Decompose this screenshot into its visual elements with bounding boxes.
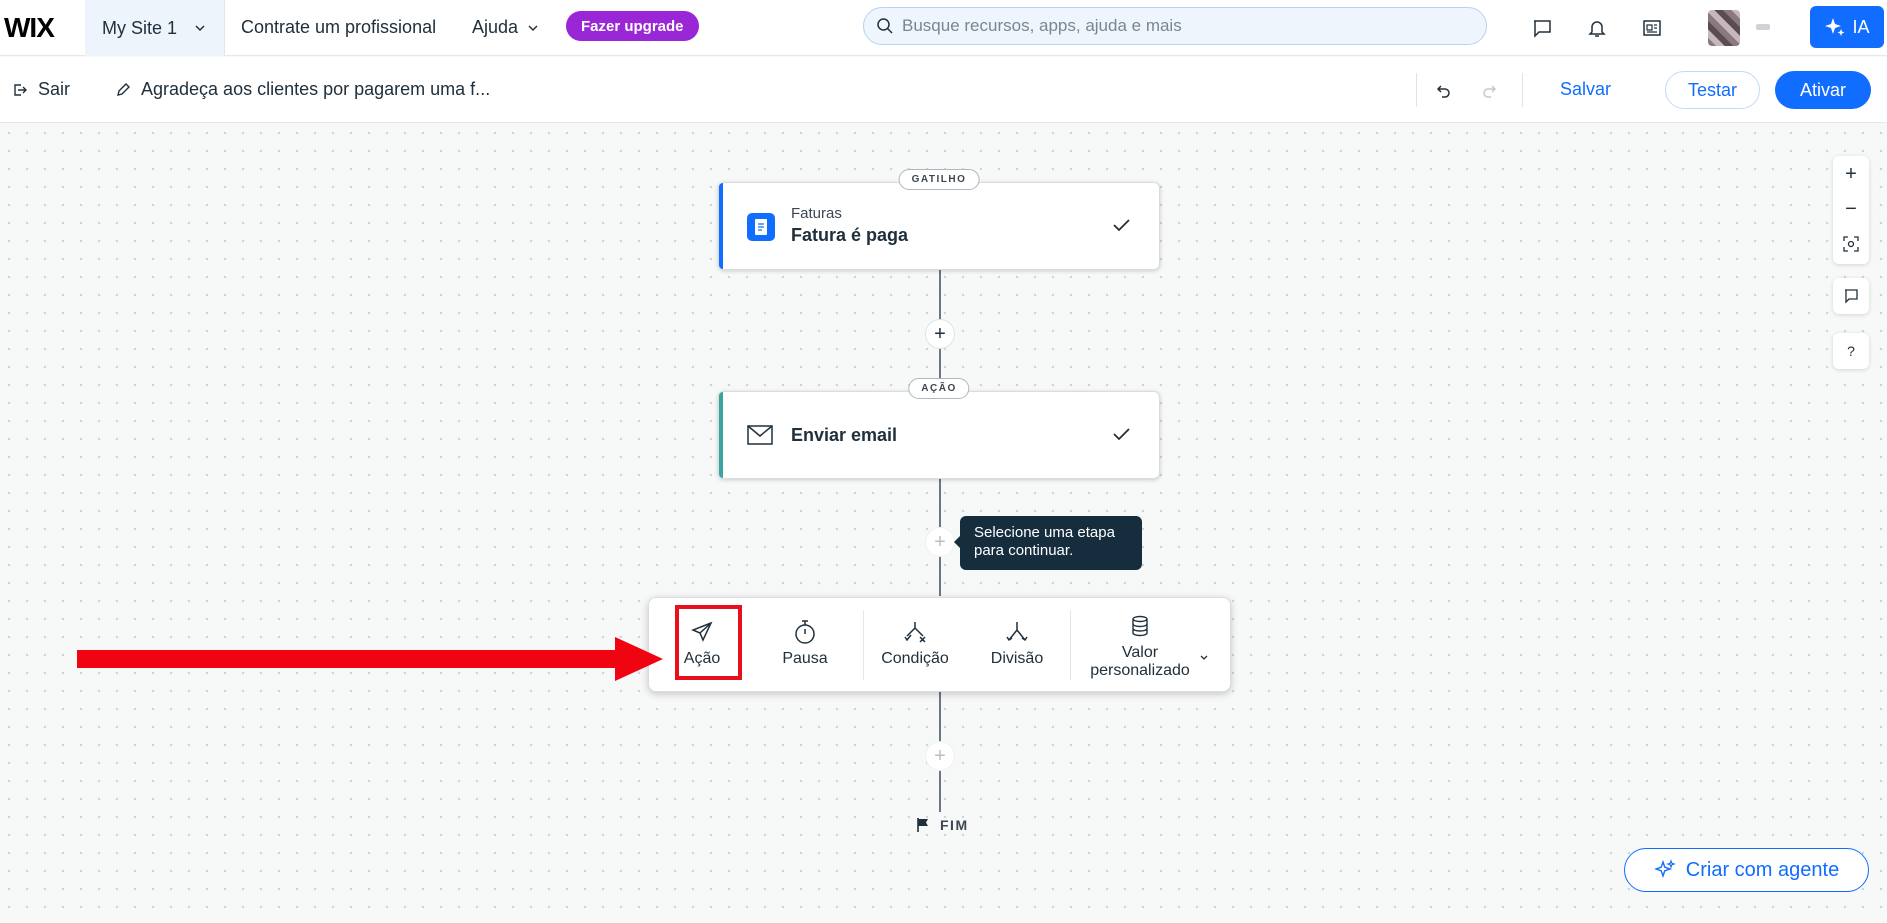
help-menu[interactable]: Ajuda <box>472 17 540 38</box>
help-label: Ajuda <box>472 17 519 37</box>
step-tooltip: Selecione uma etapa para continuar. <box>954 516 1142 570</box>
divider <box>1070 610 1071 680</box>
add-step-button[interactable]: + <box>925 527 955 557</box>
trigger-card[interactable]: GATILHO Faturas Fatura é paga <box>718 169 1160 270</box>
action-card[interactable]: AÇÃO Enviar email <box>718 378 1160 479</box>
fit-to-screen-icon[interactable] <box>1833 226 1869 262</box>
check-icon <box>1113 219 1130 232</box>
automation-toolbar: Sair Agradeça aos clientes por pagarem u… <box>0 57 1887 123</box>
stopwatch-icon <box>793 618 817 646</box>
activate-button[interactable]: Ativar <box>1775 71 1871 109</box>
comments-icon[interactable] <box>1833 278 1869 314</box>
top-bar: WIX My Site 1 Contrate um profissional A… <box>0 0 1887 56</box>
condition-icon <box>902 618 928 646</box>
action-badge: AÇÃO <box>908 378 970 399</box>
divider <box>863 610 864 680</box>
search-bar[interactable] <box>863 7 1487 45</box>
redo-icon[interactable] <box>1477 79 1501 103</box>
test-button[interactable]: Testar <box>1665 71 1760 109</box>
help-button[interactable]: ? <box>1833 333 1869 369</box>
save-button[interactable]: Salvar <box>1560 79 1611 100</box>
step-option-custom-value[interactable]: Valor personalizado <box>1087 612 1215 680</box>
notifications-icon[interactable] <box>1583 14 1611 42</box>
zoom-in-icon[interactable]: + <box>1833 156 1869 192</box>
avatar[interactable] <box>1708 10 1740 46</box>
wix-logo[interactable]: WIX <box>4 12 55 44</box>
split-icon <box>1004 618 1030 646</box>
create-with-agent-label: Criar com agente <box>1685 858 1840 881</box>
chevron-down-icon <box>528 24 538 31</box>
step-option-label: Condição <box>881 650 949 667</box>
pencil-icon <box>117 82 130 96</box>
automation-title: Agradeça aos clientes por pagarem uma f.… <box>141 79 491 99</box>
annotation-arrow-head <box>615 637 663 681</box>
create-with-agent-button[interactable]: Criar com agente <box>1624 848 1869 892</box>
exit-icon <box>14 83 27 96</box>
search-icon <box>877 18 893 34</box>
ia-label: IA <box>1852 16 1870 37</box>
search-input[interactable] <box>902 16 1462 36</box>
step-option-label: Pausa <box>782 650 828 667</box>
envelope-icon <box>747 425 773 445</box>
trigger-badge: GATILHO <box>898 169 980 190</box>
action-title: Enviar email <box>791 425 898 445</box>
zoom-controls: + − <box>1833 156 1869 264</box>
undo-icon[interactable] <box>1432 79 1456 103</box>
flag-icon <box>917 818 928 832</box>
zoom-out-icon[interactable]: − <box>1833 191 1869 227</box>
step-option-pause[interactable]: Pausa <box>779 618 831 668</box>
end-label: FIM <box>940 817 969 833</box>
upgrade-button[interactable]: Fazer upgrade <box>566 11 699 41</box>
database-icon <box>1130 612 1150 640</box>
check-icon <box>1113 428 1130 441</box>
site-dashboard-icon[interactable] <box>1638 14 1666 42</box>
automation-name[interactable]: Agradeça aos clientes por pagarem uma f.… <box>115 79 490 100</box>
invoice-icon <box>747 213 775 241</box>
ai-assistant-button[interactable]: IA <box>1810 6 1884 48</box>
site-selector[interactable]: My Site 1 <box>85 0 225 56</box>
trigger-app-name: Faturas <box>791 205 842 222</box>
add-step-button[interactable]: + <box>925 319 955 349</box>
exit-label: Sair <box>38 79 71 99</box>
exit-button[interactable]: Sair <box>12 79 70 100</box>
annotation-highlight-box <box>675 605 742 680</box>
chevron-down-icon[interactable] <box>1199 652 1209 662</box>
sparkle-icon <box>1653 859 1676 879</box>
site-name: My Site 1 <box>102 17 178 38</box>
divider <box>1522 73 1523 107</box>
account-menu-indicator[interactable] <box>1756 24 1770 30</box>
flow-end: FIM <box>916 817 969 833</box>
step-option-condition[interactable]: Condição <box>879 618 951 668</box>
card-accent <box>719 392 723 478</box>
hire-professional-link[interactable]: Contrate um profissional <box>241 17 436 38</box>
step-option-label: Divisão <box>990 650 1044 667</box>
add-step-button[interactable]: + <box>925 741 955 771</box>
card-accent <box>719 183 723 269</box>
chat-icon[interactable] <box>1528 14 1556 42</box>
divider <box>1416 73 1417 107</box>
chevron-down-icon <box>195 25 205 32</box>
trigger-title: Fatura é paga <box>791 225 909 245</box>
sparkle-icon <box>1825 18 1845 36</box>
step-option-label: Valor personalizado <box>1090 644 1190 679</box>
annotation-arrow <box>77 650 622 668</box>
step-option-split[interactable]: Divisão <box>987 618 1047 668</box>
